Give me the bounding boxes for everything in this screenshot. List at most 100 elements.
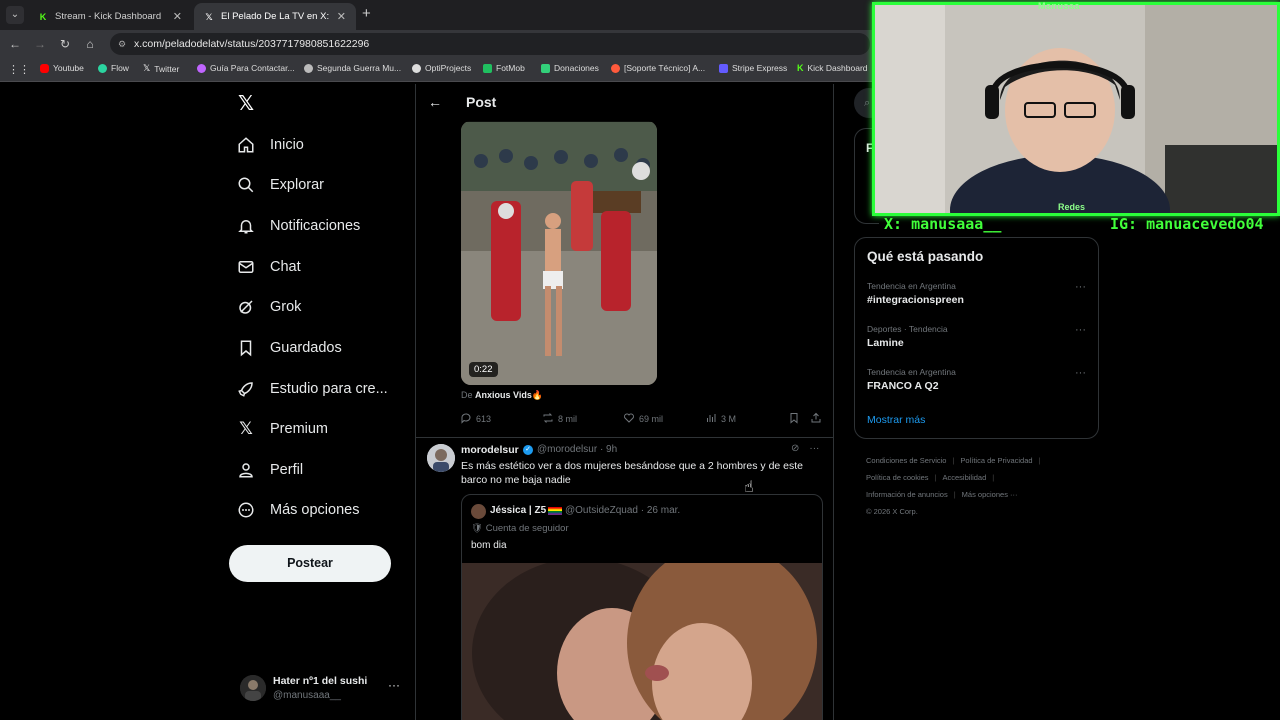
tab-kick-dashboard[interactable]: K Stream - Kick Dashboard ✕ [28,3,192,30]
trend-item[interactable]: Tendencia en Argentina #integracionspree… [867,281,1092,306]
bookmark-button[interactable] [788,412,800,426]
reply-icon [460,412,472,426]
back-arrow-icon[interactable]: ← [428,94,442,110]
quote-author-handle: @OutsideZquad · 26 mar. [565,505,681,516]
address-bar[interactable]: ⚙ x.com/peladodelatv/status/203771798085… [110,33,870,55]
quote-image[interactable] [462,563,822,720]
share-button[interactable] [810,412,822,426]
bookmark-segunda-guerra[interactable]: Segunda Guerra Mu... [304,63,401,73]
footer-link[interactable]: Política de Privacidad [960,456,1032,465]
bookmark-guia[interactable]: Guía Para Contactar... [197,63,295,73]
bookmark-youtube[interactable]: Youtube [40,63,84,73]
account-name: Hater nº1 del sushi [273,675,368,687]
more-dots-icon[interactable]: ··· [1075,281,1086,293]
rocket-icon [236,379,256,399]
bookmark-soporte[interactable]: [Soporte Técnico] A... [611,63,705,73]
tab-title: El Pelado De La TV en X: "Will F [221,11,330,22]
new-tab-icon[interactable]: + [362,5,371,22]
grok-icon[interactable]: ⊘ [791,443,799,454]
more-dots-icon[interactable]: ··· [1075,324,1086,336]
more-dots-icon[interactable]: ··· [1075,367,1086,379]
avatar[interactable] [427,444,455,472]
bookmark-icon [788,412,800,426]
nav-item-notificaciones[interactable]: Notificaciones [236,213,360,239]
bookmark-donaciones[interactable]: Donaciones [541,63,599,73]
more-dots-icon[interactable]: ··· [809,443,819,454]
bookmark-twitter[interactable]: 𝕏 Twitter [143,63,179,74]
video-duration: 0:22 [469,362,498,377]
footer-link[interactable]: Más opciones ··· [962,490,1018,499]
trends-title: Qué está pasando [867,249,984,264]
quoted-post[interactable]: Jéssica | Z5 @OutsideZquad · 26 mar. 🛡 C… [461,494,823,720]
globe-icon [304,63,313,73]
overlay-ig-handle: IG: manuacevedo04 [1110,215,1264,233]
nav-item-estudio[interactable]: Estudio para cre... [236,376,388,402]
post-button[interactable]: Postear [229,545,391,582]
like-button[interactable]: 69 mil [623,412,663,426]
account-switcher[interactable]: Hater nº1 del sushi @manusaaa__ ··· [240,672,405,706]
tab-close-icon[interactable]: ✕ [173,10,182,23]
youtube-icon [40,63,49,73]
views-button[interactable]: 3 M [705,412,736,426]
nav-item-perfil[interactable]: Perfil [236,457,303,483]
nav-item-premium[interactable]: 𝕏 Premium [236,416,328,442]
home-icon[interactable]: ⌂ [81,35,99,53]
webcam-overlay [872,2,1280,216]
post-header: ← Post [416,84,833,122]
trends-panel: Qué está pasando Tendencia en Argentina … [854,237,1099,439]
nav-item-mas-opciones[interactable]: Más opciones [236,497,359,523]
show-more-link[interactable]: Mostrar más [867,414,925,426]
trend-item[interactable]: Deportes · Tendencia Lamine ··· [867,324,1092,349]
footer-link[interactable]: Política de cookies [866,473,929,482]
nav-label: Inicio [270,137,304,153]
reload-icon[interactable]: ↻ [56,35,74,53]
bookmark-optiprojects[interactable]: OptiProjects [412,63,471,73]
repost-button[interactable]: 8 mil [542,412,577,426]
nav-item-explorar[interactable]: Explorar [236,172,324,198]
more-dots-icon[interactable]: ··· [388,678,400,692]
bookmark-flow[interactable]: Flow [98,63,129,73]
footer-link[interactable]: Condiciones de Servicio [866,456,946,465]
shield-icon: 🛡 [471,523,486,534]
video-source[interactable]: De Anxious Vids🔥 [461,390,543,401]
bell-icon [236,216,256,236]
nav-item-guardados[interactable]: Guardados [236,335,342,361]
copyright: © 2026 X Corp. [866,507,918,516]
nav-label: Explorar [270,177,324,193]
flow-icon [98,63,107,73]
kick-icon: K [39,11,47,22]
search-icon: ⌕ [864,97,871,109]
footer-link[interactable]: Accesibilidad [943,473,987,482]
reply-author-name[interactable]: morodelsur [461,444,519,456]
reply-author-handle: @morodelsur · 9h [537,444,618,455]
tab-search-button[interactable]: ⌄ [6,6,24,24]
nav-item-chat[interactable]: Chat [236,254,301,280]
overlay-x-handle: X: manusaaa__ [884,215,1002,233]
back-arrow-icon[interactable]: ← [6,35,24,53]
fotmob-icon [483,63,492,73]
bookmark-kick[interactable]: K Kick Dashboard [797,63,868,73]
x-icon: 𝕏 [205,11,213,22]
bookmark-stripe[interactable]: Stripe Express [719,63,787,73]
nav-label: Notificaciones [270,218,361,234]
webcam-image [875,5,1277,213]
nav-item-grok[interactable]: Grok [236,294,301,320]
tab-x-post[interactable]: 𝕏 El Pelado De La TV en X: "Will F ✕ [194,3,356,30]
footer-link[interactable]: Información de anuncios [866,490,948,499]
post-video[interactable]: 0:22 [461,121,657,385]
reply-button[interactable]: 613 [460,412,491,426]
home-icon [236,135,256,155]
heart-icon [623,412,635,426]
site-info-icon[interactable]: ⚙ [118,33,126,55]
nav-label: Más opciones [270,502,360,518]
avatar [240,675,266,701]
bookmark-fotmob[interactable]: FotMob [483,63,525,73]
x-logo-icon[interactable]: 𝕏 [238,94,258,114]
nav-item-inicio[interactable]: Inicio [236,132,304,158]
tab-close-icon[interactable]: ✕ [337,10,346,23]
page-title: Post [466,94,497,110]
trend-item[interactable]: Tendencia en Argentina FRANCO A Q2 ··· [867,367,1092,392]
apps-icon[interactable]: ⋮⋮ [8,63,30,76]
reply-tools: ⊘ ··· [791,443,819,454]
forward-arrow-icon[interactable]: → [31,35,49,53]
